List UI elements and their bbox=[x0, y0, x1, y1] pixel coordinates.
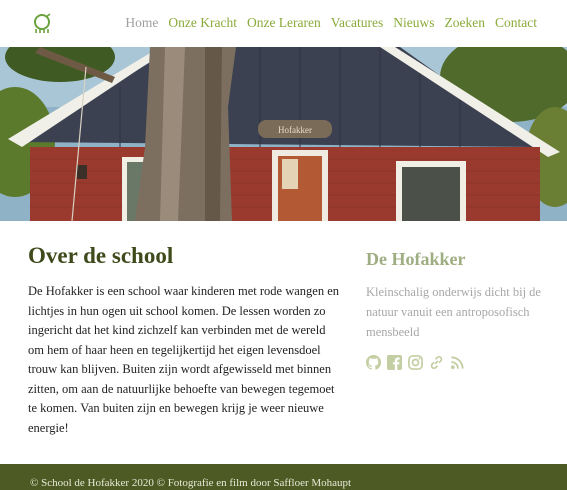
hero-school-photo: Hofakker bbox=[0, 47, 567, 221]
nav-link-vacatures[interactable]: Vacatures bbox=[331, 15, 383, 31]
link-icon[interactable] bbox=[429, 355, 444, 370]
nav-link-nieuws[interactable]: Nieuws bbox=[393, 15, 434, 31]
sidebar-tagline: Kleinschalig onderwijs dicht bij de natu… bbox=[366, 285, 541, 339]
intro-paragraph: De Hofakker is een school waar kinderen … bbox=[28, 284, 339, 435]
nav-link-home[interactable]: Home bbox=[125, 15, 158, 31]
sidebar-title: De Hofakker bbox=[366, 249, 466, 269]
school-sign-text: Hofakker bbox=[278, 125, 312, 135]
school-logo-icon[interactable] bbox=[31, 12, 53, 34]
footer-copyright: © School de Hofakker 2020 © Fotografie e… bbox=[30, 477, 352, 489]
github-icon[interactable] bbox=[365, 354, 382, 370]
nav-link-onze-leraren[interactable]: Onze Leraren bbox=[247, 15, 321, 31]
facebook-icon[interactable] bbox=[387, 355, 402, 370]
main-menu: Home Onze Kracht Onze Leraren Vacatures … bbox=[125, 15, 537, 31]
social-links bbox=[365, 354, 465, 370]
top-navigation-bar: Home Onze Kracht Onze Leraren Vacatures … bbox=[0, 0, 567, 47]
nav-link-contact[interactable]: Contact bbox=[495, 15, 537, 31]
page-title: Over de school bbox=[28, 243, 174, 268]
nav-link-onze-kracht[interactable]: Onze Kracht bbox=[168, 15, 237, 31]
nav-link-zoeken[interactable]: Zoeken bbox=[445, 15, 485, 31]
instagram-icon[interactable] bbox=[408, 355, 423, 370]
rss-icon[interactable] bbox=[450, 355, 465, 370]
page-footer: © School de Hofakker 2020 © Fotografie e… bbox=[0, 464, 567, 490]
